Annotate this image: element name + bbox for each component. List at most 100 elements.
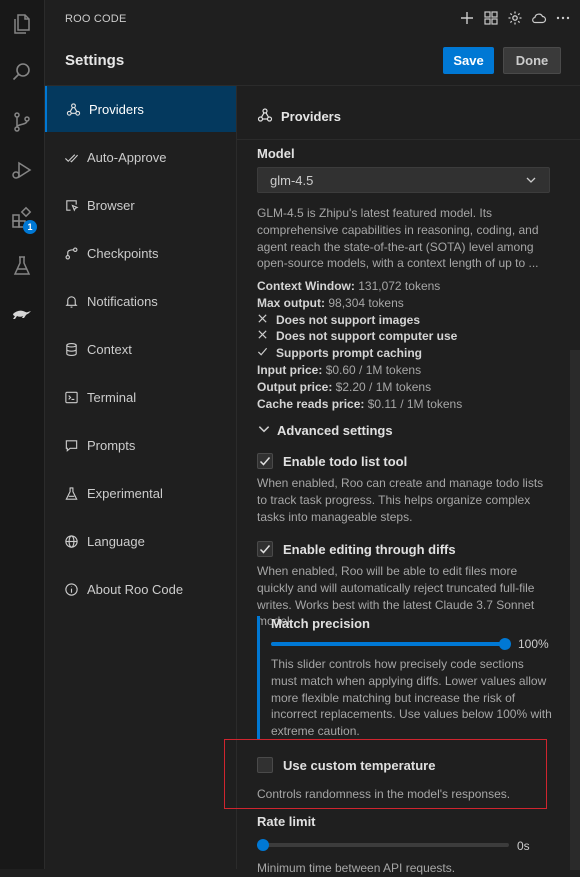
diffs-checkbox[interactable] <box>257 541 273 557</box>
browser-cursor-icon <box>63 197 79 213</box>
flask-icon <box>63 485 79 501</box>
activity-bar: 1 <box>0 0 45 869</box>
diffs-option: Enable editing through diffs <box>257 541 456 557</box>
app-title: ROO CODE <box>65 13 127 25</box>
model-select-value: glm-4.5 <box>270 173 314 188</box>
chevron-down-icon <box>257 422 271 439</box>
nav-item-auto-approve[interactable]: Auto-Approve <box>45 134 236 180</box>
todo-list-option: Enable todo list tool <box>257 453 407 469</box>
indent-bar <box>257 616 260 739</box>
x-icon <box>257 328 276 345</box>
nav-item-notifications[interactable]: Notifications <box>45 278 236 324</box>
roo-kangaroo-icon[interactable] <box>0 294 44 334</box>
nav-label: Auto-Approve <box>87 149 167 165</box>
nav-item-experimental[interactable]: Experimental <box>45 470 236 516</box>
rate-limit-label: Rate limit <box>257 814 316 829</box>
info-icon <box>63 581 79 597</box>
marketplace-icon[interactable] <box>482 9 500 27</box>
nav-label: Context <box>87 341 132 357</box>
extensions-icon[interactable]: 1 <box>0 198 44 238</box>
input-price-label: Input price: <box>257 362 323 377</box>
no-computer-use-text: Does not support computer use <box>276 329 458 344</box>
search-icon[interactable] <box>0 52 44 92</box>
todo-list-label: Enable todo list tool <box>283 453 408 469</box>
model-description: GLM-4.5 is Zhipu's latest featured model… <box>257 206 539 271</box>
nav-item-prompts[interactable]: Prompts <box>45 422 236 468</box>
x-icon <box>257 312 276 329</box>
rate-limit-value: 0s <box>517 839 530 853</box>
nav-item-providers[interactable]: Providers <box>45 86 236 132</box>
no-images-text: Does not support images <box>276 312 421 327</box>
scrollbar[interactable] <box>570 350 580 870</box>
nav-label: Experimental <box>87 485 163 501</box>
section-header: Providers <box>257 107 341 126</box>
todo-list-checkbox[interactable] <box>257 453 273 469</box>
bell-icon <box>63 293 79 309</box>
source-control-icon[interactable] <box>0 102 44 142</box>
model-label: Model <box>257 146 295 161</box>
done-button[interactable]: Done <box>503 47 561 74</box>
match-precision-description: This slider controls how precisely code … <box>271 657 552 739</box>
settings-nav: Providers Auto-Approve Browser Checkpoin… <box>45 86 237 869</box>
nav-item-checkpoints[interactable]: Checkpoints <box>45 230 236 276</box>
nav-item-language[interactable]: Language <box>45 518 236 564</box>
nav-label: Language <box>87 533 145 549</box>
cache-reads-value: $0.11 / 1M tokens <box>367 396 463 411</box>
diffs-label: Enable editing through diffs <box>283 541 456 557</box>
webhook-icon <box>65 101 81 117</box>
model-select[interactable]: glm-4.5 <box>257 167 550 193</box>
highlight-box <box>224 739 547 809</box>
nav-label: About Roo Code <box>87 581 184 597</box>
nav-label: Terminal <box>87 389 137 405</box>
model-info: Context Window: 131,072 tokens Max outpu… <box>257 278 462 412</box>
run-debug-icon[interactable] <box>0 150 44 190</box>
nav-item-terminal[interactable]: Terminal <box>45 374 236 420</box>
nav-label: Providers <box>89 101 144 117</box>
globe-icon <box>63 533 79 549</box>
webhook-icon <box>257 107 273 126</box>
output-price-label: Output price: <box>257 379 333 394</box>
plus-icon[interactable] <box>458 9 476 27</box>
top-bar: ROO CODE <box>45 0 580 38</box>
save-button[interactable]: Save <box>443 47 494 74</box>
nav-label: Browser <box>87 197 135 213</box>
nav-item-about[interactable]: About Roo Code <box>45 566 236 612</box>
more-icon[interactable] <box>554 9 572 27</box>
rate-limit-thumb[interactable] <box>257 839 269 851</box>
explorer-icon[interactable] <box>0 4 44 44</box>
context-window-value: 131,072 tokens <box>358 279 441 293</box>
context-window-label: Context Window: <box>257 279 355 293</box>
rate-limit-track[interactable] <box>257 843 509 847</box>
nav-item-context[interactable]: Context <box>45 326 236 372</box>
prompt-caching-text: Supports prompt caching <box>276 346 423 361</box>
nav-label: Notifications <box>87 293 158 309</box>
output-price-value: $2.20 / 1M tokens <box>335 379 432 394</box>
match-precision-value: 100% <box>518 637 549 651</box>
match-precision-thumb[interactable] <box>499 638 511 650</box>
terminal-icon <box>63 389 79 405</box>
match-precision-label: Match precision <box>271 616 370 631</box>
rate-limit-description: Minimum time between API requests. <box>257 861 456 875</box>
todo-list-description: When enabled, Roo can create and manage … <box>257 476 544 524</box>
chevron-down-icon <box>525 174 537 189</box>
max-output-value: 98,304 tokens <box>328 295 404 310</box>
gear-icon[interactable] <box>506 9 524 27</box>
page-title: Settings <box>65 52 125 69</box>
input-price-value: $0.60 / 1M tokens <box>325 362 422 377</box>
cache-reads-label: Cache reads price: <box>257 396 365 411</box>
extensions-badge: 1 <box>23 220 37 234</box>
nav-label: Checkpoints <box>87 245 159 261</box>
check-icon <box>257 345 276 362</box>
testing-flask-icon[interactable] <box>0 246 44 286</box>
nav-label: Prompts <box>87 437 136 453</box>
max-output-label: Max output: <box>257 295 325 310</box>
nav-item-browser[interactable]: Browser <box>45 182 236 228</box>
section-title: Providers <box>281 109 341 124</box>
check-check-icon <box>63 149 79 165</box>
cloud-icon[interactable] <box>530 9 548 27</box>
match-precision-fill <box>271 642 505 646</box>
database-icon <box>63 341 79 357</box>
git-commit-icon <box>63 245 79 261</box>
advanced-settings-toggle[interactable]: Advanced settings <box>257 422 393 439</box>
section-divider <box>237 139 580 140</box>
